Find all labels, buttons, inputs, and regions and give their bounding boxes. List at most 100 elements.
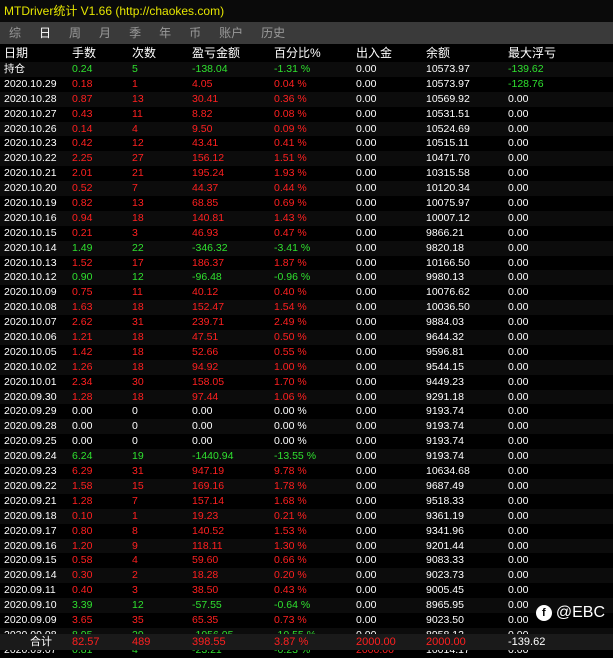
column-header[interactable]: 手数: [72, 44, 132, 62]
pnl-cell: -138.04: [192, 63, 228, 75]
trades-cell: 18: [132, 390, 144, 403]
cash-cell: 0.00: [356, 241, 377, 254]
date-cell: 2020.09.21: [4, 494, 57, 507]
lots-cell: 2.01: [72, 167, 93, 180]
table-row[interactable]: 2020.10.16 0.94 18 140.81 1.43 % 0.00 10007.12…: [0, 210, 613, 226]
max-float-cell: 0.00: [508, 494, 529, 507]
column-header[interactable]: 百分比%: [274, 44, 356, 62]
cash-cell: 0.00: [356, 316, 377, 329]
balance-cell: 10315.58: [426, 167, 470, 180]
table-row[interactable]: 2020.10.28 0.87 13 30.41 0.36 % 0.00 10569.92 0…: [0, 91, 613, 107]
date-cell: 2020.09.10: [4, 599, 57, 612]
table-row[interactable]: 2020.10.12 0.90 12 -96.48 -0.96 % 0.00 9980.13…: [0, 270, 613, 286]
cash-cell: 0.00: [356, 152, 377, 165]
totals-trades: 489: [132, 636, 151, 648]
tab-6[interactable]: 币: [180, 22, 210, 44]
table-row[interactable]: 2020.10.19 0.82 13 68.85 0.69 % 0.00 10075.97 0…: [0, 196, 613, 211]
table-row[interactable]: 2020.10.14 1.49 22 -346.32 -3.41 % 0.00 9820.1…: [0, 240, 613, 256]
table-row[interactable]: 2020.09.24 6.24 19 -1440.94 -13.55 % 0.00 9193…: [0, 449, 613, 465]
balance-cell: 10634.68: [426, 465, 470, 478]
pct-cell: 1.43 %: [274, 211, 307, 224]
column-header[interactable]: 日期: [0, 44, 72, 62]
tab-2[interactable]: 周: [60, 22, 90, 44]
tab-7[interactable]: 账户: [210, 22, 252, 44]
totals-lots: 82.57: [72, 636, 100, 648]
pnl-cell: 186.37: [192, 256, 225, 269]
cash-cell: 0.00: [356, 554, 377, 567]
table-row[interactable]: 2020.10.05 1.42 18 52.66 0.55 % 0.00 9596.81 0.…: [0, 345, 613, 360]
lots-cell: 0.14: [72, 122, 93, 135]
table-row[interactable]: 2020.10.07 2.62 31 239.71 2.49 % 0.00 9884.03 0…: [0, 315, 613, 330]
table-row[interactable]: 2020.10.08 1.63 18 152.47 1.54 % 0.00 10036.50…: [0, 300, 613, 316]
max-float-cell: 0.00: [508, 390, 529, 403]
pnl-cell: 8.82: [192, 107, 213, 120]
table-row[interactable]: 2020.10.23 0.42 12 43.41 0.41 % 0.00 10515.11 0…: [0, 136, 613, 151]
table-row[interactable]: 2020.09.16 1.20 9 118.11 1.30 % 0.00 9201.44 0.…: [0, 538, 613, 554]
lots-cell: 0.10: [72, 509, 93, 522]
trades-cell: 21: [132, 167, 144, 180]
tab-3[interactable]: 月: [90, 22, 120, 44]
max-float-cell: 0.00: [508, 197, 529, 210]
table-row[interactable]: 2020.09.30 1.28 18 97.44 1.06 % 0.00 9291.18 0.…: [0, 389, 613, 405]
table-row[interactable]: 2020.09.14 0.30 2 18.28 0.20 % 0.00 9023.73 0.0…: [0, 568, 613, 584]
table-row[interactable]: 2020.09.25 0.00 0 0.00 0.00 % 0.00 9193.74 0.00: [0, 434, 613, 449]
max-float-cell: 0.00: [508, 107, 529, 120]
lots-cell: 1.20: [72, 539, 93, 552]
trades-cell: 2: [132, 569, 138, 582]
table-row[interactable]: 2020.09.28 0.00 0 0.00 0.00 % 0.00 9193.74 0.00: [0, 419, 613, 435]
lots-cell: 0.00: [72, 420, 93, 433]
watermark: f @EBC: [535, 604, 605, 622]
column-header[interactable]: 余额: [426, 44, 508, 62]
table-row[interactable]: 2020.10.21 2.01 21 195.24 1.93 % 0.00 10315.58…: [0, 166, 613, 181]
table-row[interactable]: 2020.09.21 1.28 7 157.14 1.68 % 0.00 9518.33 0.…: [0, 494, 613, 509]
table-row[interactable]: 2020.10.22 2.25 27 156.12 1.51 % 0.00 10471.70…: [0, 151, 613, 167]
date-cell: 2020.10.19: [4, 197, 57, 210]
date-cell: 2020.09.22: [4, 479, 57, 492]
pnl-cell: 4.05: [192, 77, 213, 90]
table-row[interactable]: 2020.10.01 2.34 30 158.05 1.70 % 0.00 9449.23 0…: [0, 375, 613, 390]
table-row[interactable]: 2020.10.13 1.52 17 186.37 1.87 % 0.00 10166.50…: [0, 256, 613, 271]
table-row[interactable]: 2020.10.26 0.14 4 9.50 0.09 % 0.00 10524.69 0.0…: [0, 121, 613, 137]
column-header[interactable]: 出入金: [356, 44, 426, 62]
cash-cell: 0.00: [356, 494, 377, 507]
table-row[interactable]: 2020.10.29 0.18 1 4.05 0.04 % 0.00 10573.97 -12…: [0, 77, 613, 92]
table-row[interactable]: 2020.09.23 6.29 31 947.19 9.78 % 0.00 10634.68…: [0, 464, 613, 479]
table-row[interactable]: 2020.09.10 3.39 12 -57.55 -0.64 % 0.00 8965.95…: [0, 598, 613, 613]
balance-cell: 9193.74: [426, 405, 464, 418]
pct-cell: 1.51 %: [274, 152, 307, 165]
stats-table: 日期 手数 次数 盈亏金额 百分比% 出入金 余额 最大浮亏 持仓 0.24 5 -138.04 -1…: [0, 44, 613, 658]
lots-cell: 6.24: [72, 450, 93, 463]
cash-cell: 0.00: [356, 211, 377, 224]
table-row[interactable]: 2020.09.15 0.58 4 59.60 0.66 % 0.00 9083.33 0.0…: [0, 553, 613, 568]
table-row[interactable]: 2020.09.29 0.00 0 0.00 0.00 % 0.00 9193.74 0.00: [0, 404, 613, 419]
column-header[interactable]: 盈亏金额: [192, 44, 274, 62]
table-row[interactable]: 2020.09.17 0.80 8 140.52 1.53 % 0.00 9341.96 0.…: [0, 524, 613, 539]
tab-5[interactable]: 年: [150, 22, 180, 44]
balance-cell: 9005.45: [426, 584, 464, 597]
table-row[interactable]: 2020.09.11 0.40 3 38.50 0.43 % 0.00 9005.45 0.0…: [0, 583, 613, 598]
lots-cell: 0.94: [72, 211, 93, 224]
tab-8[interactable]: 历史: [252, 22, 294, 44]
balance-cell: 9193.74: [426, 435, 464, 448]
tab-4[interactable]: 季: [120, 22, 150, 44]
max-float-cell: 0.00: [508, 360, 529, 373]
table-row[interactable]: 2020.09.22 1.58 15 169.16 1.78 % 0.00 9687.49 0…: [0, 478, 613, 494]
table-row[interactable]: 2020.10.20 0.52 7 44.37 0.44 % 0.00 10120.34 0.…: [0, 181, 613, 197]
tab-1[interactable]: 日: [30, 22, 60, 44]
table-header: 日期 手数 次数 盈亏金额 百分比% 出入金 余额 最大浮亏: [0, 44, 613, 62]
balance-cell: 9361.19: [426, 509, 464, 522]
table-row[interactable]: 2020.10.27 0.43 11 8.82 0.08 % 0.00 10531.51 0.…: [0, 107, 613, 122]
column-header[interactable]: 次数: [132, 44, 192, 62]
column-header[interactable]: 最大浮亏: [508, 44, 613, 62]
table-row[interactable]: 持仓 0.24 5 -138.04 -1.31 % 0.00 10573.97 -139.62: [0, 62, 613, 77]
pct-cell: 1.93 %: [274, 167, 307, 180]
lots-cell: 0.87: [72, 92, 93, 105]
table-row[interactable]: 2020.10.15 0.21 3 46.93 0.47 % 0.00 9866.21 0.0…: [0, 226, 613, 241]
table-row[interactable]: 2020.10.09 0.75 11 40.12 0.40 % 0.00 10076.62 0…: [0, 285, 613, 300]
table-row[interactable]: 2020.10.06 1.21 18 47.51 0.50 % 0.00 9644.32 0.…: [0, 330, 613, 345]
table-row[interactable]: 2020.09.18 0.10 1 19.23 0.21 % 0.00 9361.19 0.0…: [0, 508, 613, 524]
table-row[interactable]: 2020.09.09 3.65 35 65.35 0.73 % 0.00 9023.50 0.…: [0, 613, 613, 628]
cash-cell: 0.00: [356, 435, 377, 448]
tab-0[interactable]: 综: [0, 22, 30, 44]
table-row[interactable]: 2020.10.02 1.26 18 94.92 1.00 % 0.00 9544.15 0.…: [0, 359, 613, 375]
